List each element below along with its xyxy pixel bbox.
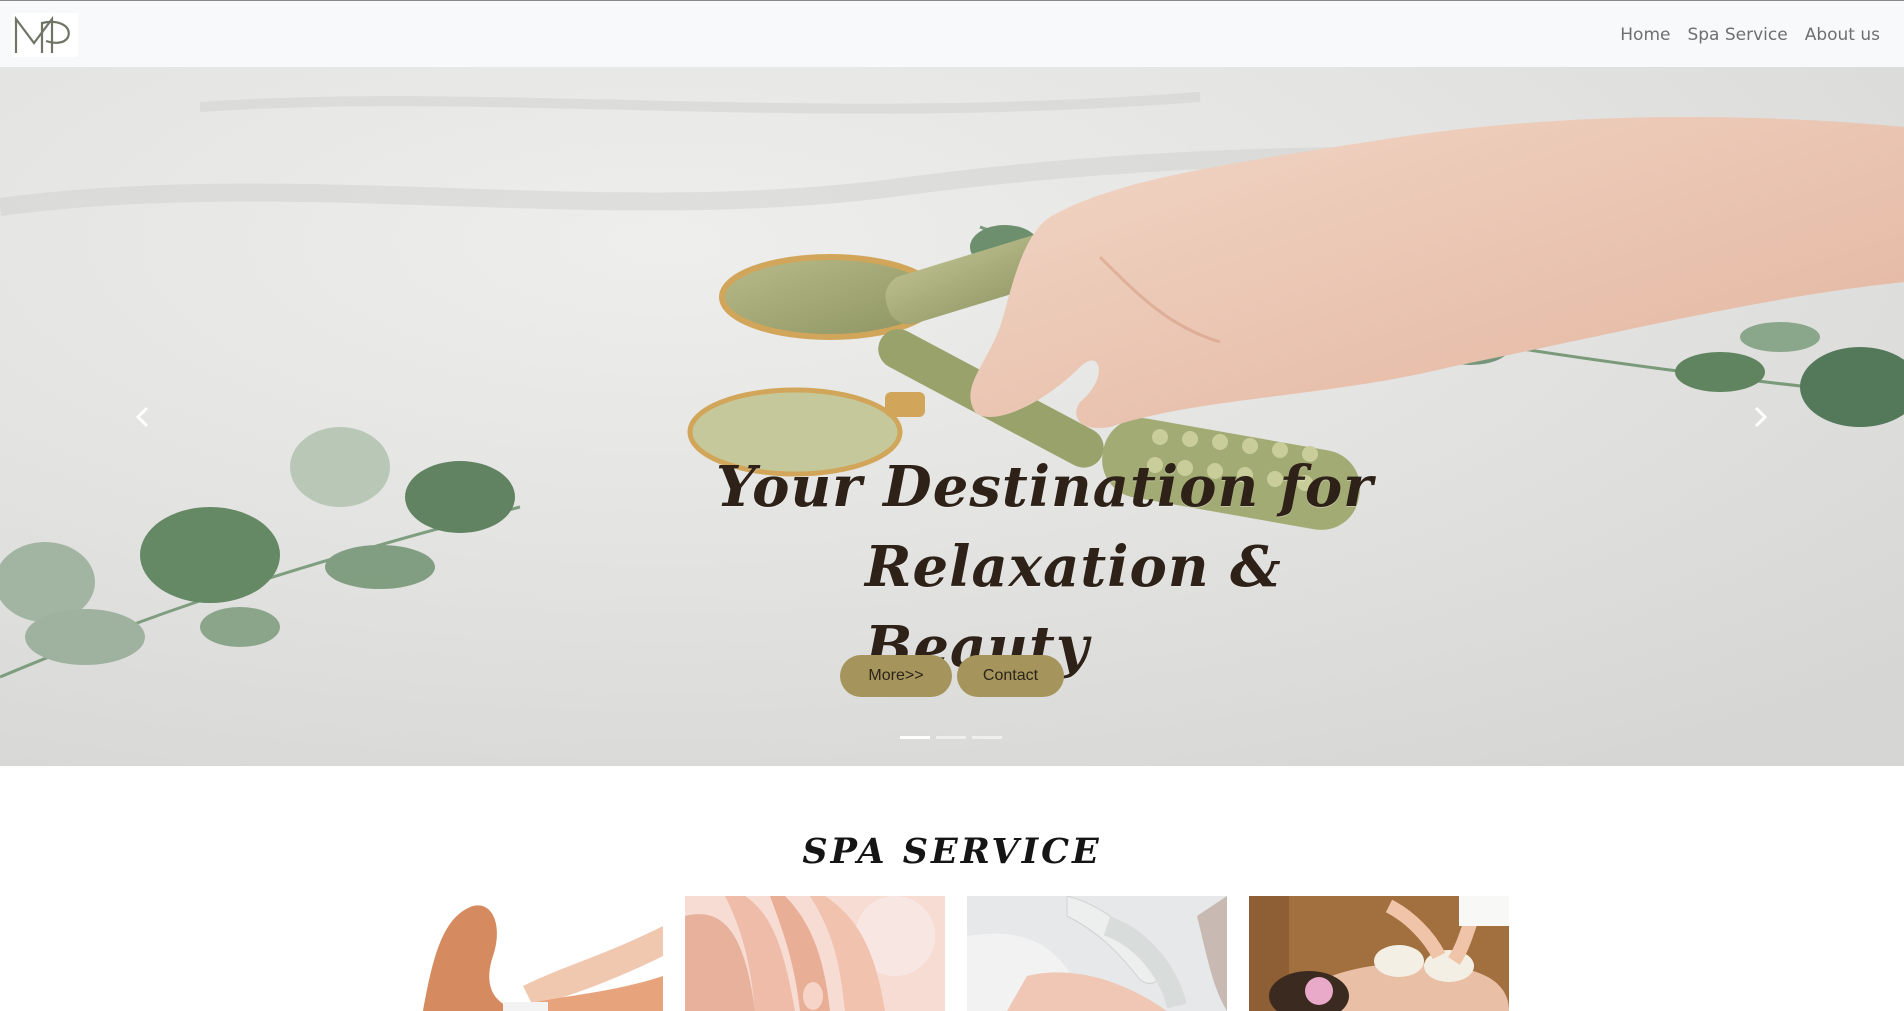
logo-icon[interactable] xyxy=(12,13,78,57)
nav-about-us[interactable]: About us xyxy=(1805,25,1880,45)
hero-buttons: More>> Contact xyxy=(840,655,1064,697)
chevron-left-icon xyxy=(135,406,149,428)
more-button[interactable]: More>> xyxy=(840,655,952,697)
section-title: SPA SERVICE xyxy=(802,831,1102,872)
carousel-next-button[interactable] xyxy=(1740,397,1780,437)
main-nav: Home Spa Service About us xyxy=(1620,1,1880,68)
carousel-prev-button[interactable] xyxy=(123,397,163,437)
spa-service-section: SPA SERVICE xyxy=(0,766,1904,1011)
hero-title: Your Destination for Relaxation & Beauty xyxy=(700,447,1400,687)
service-cards xyxy=(403,896,1509,1011)
carousel-indicators xyxy=(900,736,1002,739)
chevron-right-icon xyxy=(1754,406,1768,428)
leg-waxing-image[interactable] xyxy=(403,896,663,1011)
navbar: Home Spa Service About us xyxy=(0,0,1904,67)
carousel-indicator-3[interactable] xyxy=(972,736,1002,739)
contact-button[interactable]: Contact xyxy=(957,655,1064,697)
manicure-image[interactable] xyxy=(685,896,945,1011)
carousel-indicator-1[interactable] xyxy=(900,736,930,739)
nav-spa-service[interactable]: Spa Service xyxy=(1687,25,1787,45)
hero-title-line1: Your Destination for xyxy=(716,454,1374,520)
carousel-indicator-2[interactable] xyxy=(936,736,966,739)
nav-home[interactable]: Home xyxy=(1620,25,1670,45)
hero-carousel: Your Destination for Relaxation & Beauty… xyxy=(0,67,1904,766)
facial-treatment-image[interactable] xyxy=(967,896,1227,1011)
herbal-compress-massage-image[interactable] xyxy=(1249,896,1509,1011)
